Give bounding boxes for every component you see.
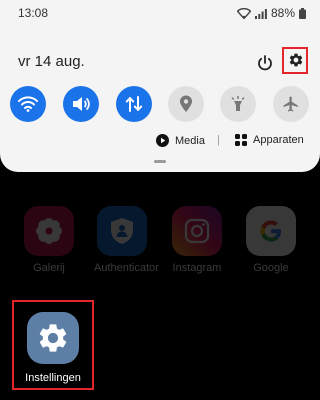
panel-date: vr 14 aug.: [18, 53, 85, 70]
settings-button-highlight: [282, 47, 308, 74]
google-icon: [246, 206, 296, 256]
airplane-mode-toggle[interactable]: [273, 86, 309, 122]
location-toggle[interactable]: [168, 86, 204, 122]
app-label-instagram: Instagram: [172, 262, 222, 274]
quick-settings-panel: 13:08 88% vr 14 aug. Media | Apparaten: [0, 0, 320, 172]
app-galerij[interactable]: Galerij: [21, 206, 77, 274]
location-icon: [180, 95, 192, 112]
app-authenticator[interactable]: Authenticator: [94, 206, 159, 274]
signal-icon: [254, 8, 267, 19]
play-circle-icon: [156, 134, 169, 147]
wifi-toggle[interactable]: [10, 86, 46, 122]
separator: |: [217, 134, 220, 146]
app-google[interactable]: Google: [243, 206, 299, 274]
authenticator-icon: [97, 206, 147, 256]
speaker-icon: [73, 97, 90, 111]
app-label-authenticator: Authenticator: [94, 262, 159, 274]
battery-percentage: 88%: [270, 6, 295, 20]
flashlight-toggle[interactable]: [220, 86, 256, 122]
airplane-icon: [283, 96, 298, 112]
app-label-google: Google: [253, 262, 289, 274]
settings-app-highlight: [12, 300, 94, 390]
sound-toggle[interactable]: [63, 86, 99, 122]
mobile-data-toggle[interactable]: [116, 86, 152, 122]
app-label-galerij: Galerij: [33, 262, 65, 274]
wifi-icon: [18, 96, 38, 112]
status-time: 13:08: [18, 6, 49, 20]
instagram-icon: [172, 206, 222, 256]
flashlight-icon: [231, 96, 245, 111]
gallery-icon: [24, 206, 74, 256]
media-button[interactable]: Media: [156, 134, 205, 147]
power-button[interactable]: [256, 54, 274, 72]
quick-toggles: [0, 86, 320, 122]
devices-grid-icon: [235, 134, 247, 146]
wifi-status-icon: [236, 7, 251, 19]
status-bar: 13:08 88%: [0, 0, 320, 26]
media-devices-row: Media | Apparaten: [0, 132, 320, 150]
battery-icon: [299, 7, 306, 19]
data-transfer-icon: [125, 96, 143, 112]
status-icons: 88%: [236, 6, 306, 20]
power-icon: [258, 55, 272, 71]
panel-drag-handle[interactable]: [154, 160, 166, 163]
devices-button[interactable]: Apparaten: [235, 134, 304, 146]
media-label: Media: [175, 134, 205, 147]
app-instagram[interactable]: Instagram: [169, 206, 225, 274]
devices-label: Apparaten: [253, 134, 304, 146]
